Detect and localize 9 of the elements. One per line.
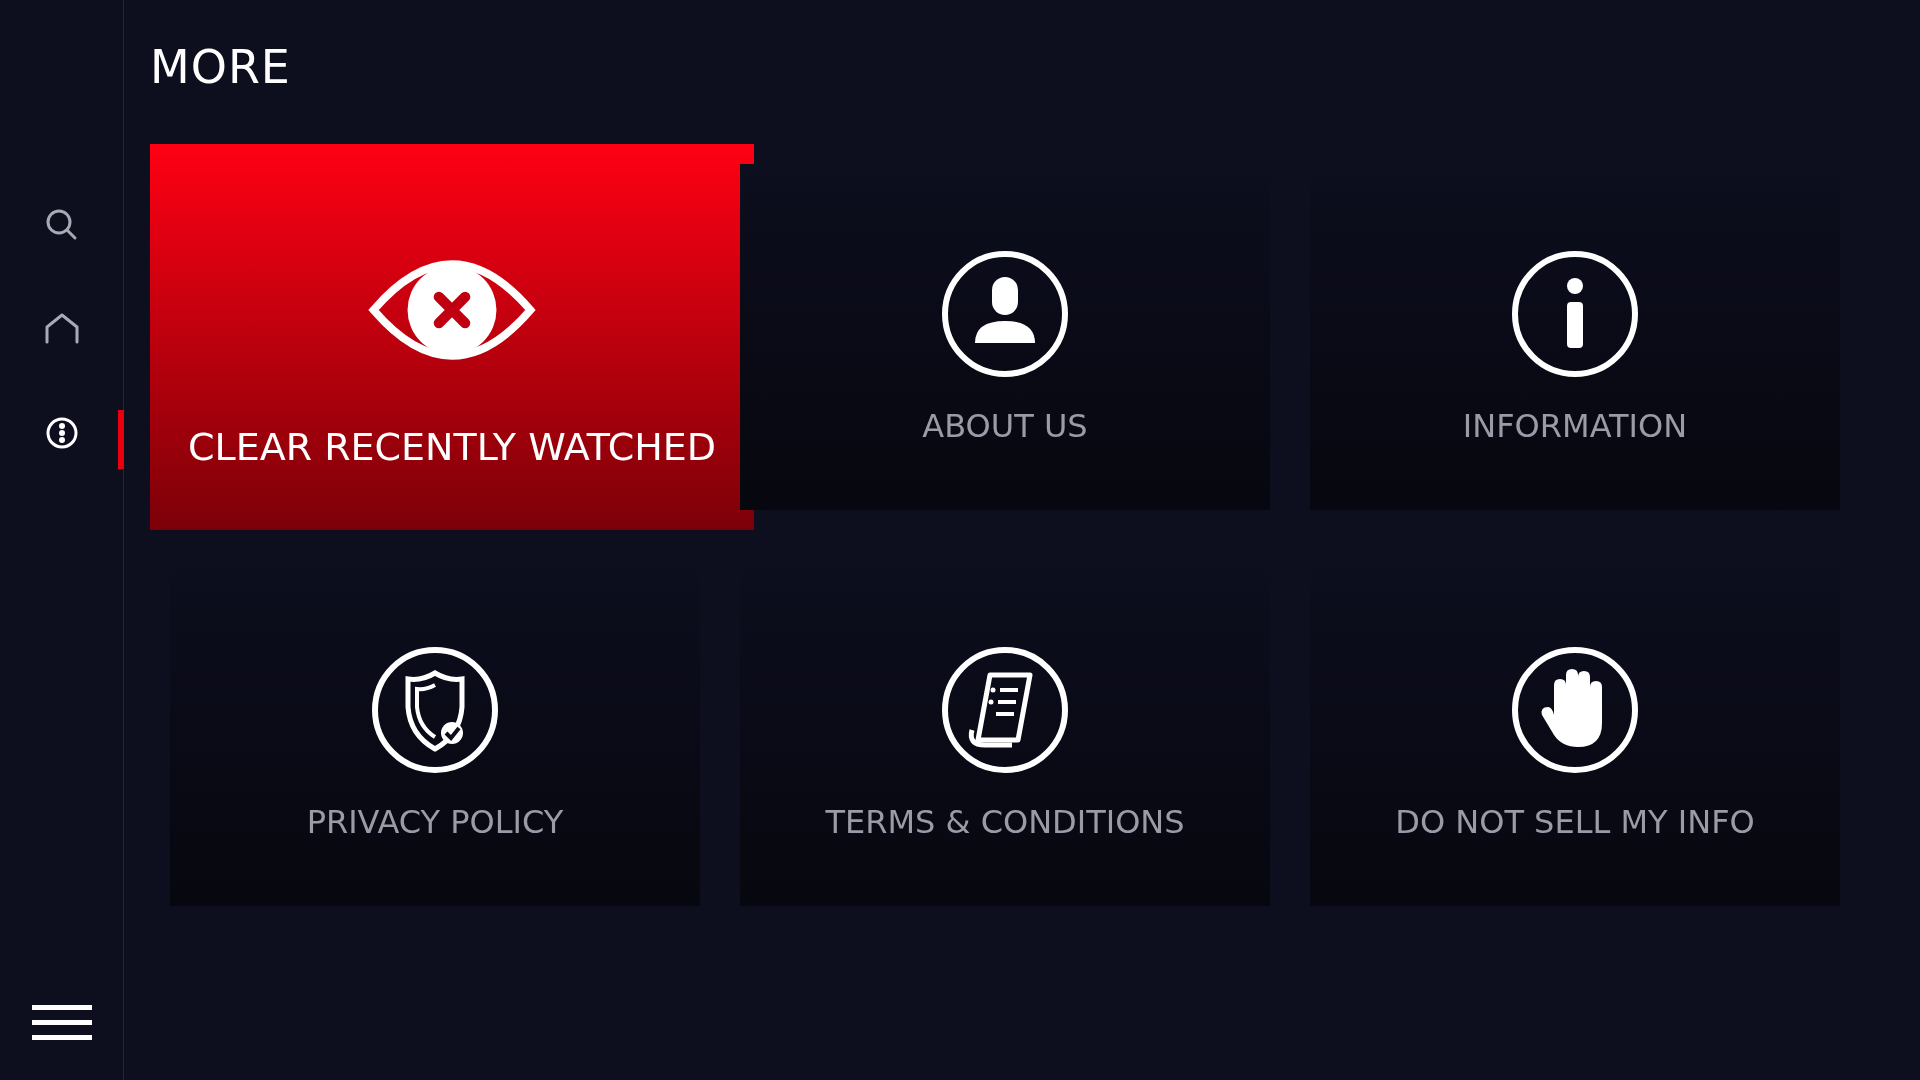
person-icon — [940, 249, 1070, 379]
active-indicator — [118, 410, 124, 469]
shield-check-icon — [370, 645, 500, 775]
menu-tile[interactable]: ABOUT US — [740, 164, 1270, 510]
info-icon — [1510, 249, 1640, 379]
document-icon — [940, 645, 1070, 775]
page-title: MORE — [150, 40, 292, 94]
menu-tile[interactable]: CLEAR RECENTLY WATCHED — [150, 144, 754, 530]
hand-icon — [1510, 645, 1640, 775]
